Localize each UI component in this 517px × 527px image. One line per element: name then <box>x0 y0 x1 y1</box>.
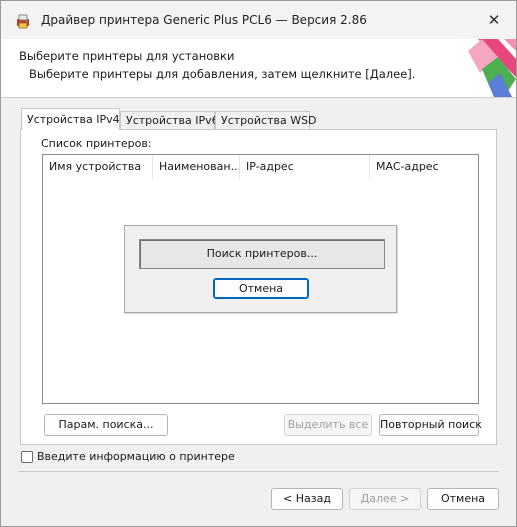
back-button[interactable]: < Назад <box>271 488 343 510</box>
decorative-ribbon-graphic <box>468 39 516 97</box>
column-header-product-name[interactable]: Наименован... <box>153 155 240 179</box>
tab-wsd-devices[interactable]: Устройства WSD <box>215 111 317 129</box>
research-button[interactable]: Повторный поиск <box>379 414 482 436</box>
search-cancel-button[interactable]: Отмена <box>213 278 309 299</box>
installer-window: Драйвер принтера Generic Plus PCL6 — Вер… <box>0 0 517 527</box>
printer-list-label: Список принтеров: <box>41 137 152 150</box>
manual-entry-label[interactable]: Введите информацию о принтере <box>37 450 235 463</box>
column-header-ip-address[interactable]: IP-адрес <box>240 155 370 179</box>
search-params-button[interactable]: Парам. поиска... <box>44 414 168 436</box>
next-button[interactable]: Далее > <box>349 488 421 510</box>
column-header-device-name[interactable]: Имя устройства <box>43 155 153 179</box>
cancel-button[interactable]: Отмена <box>427 488 499 510</box>
column-header-mac-address[interactable]: MAC-адрес <box>370 155 478 179</box>
window-title: Драйвер принтера Generic Plus PCL6 — Вер… <box>41 13 367 27</box>
wizard-header: Выберите принтеры для установки Выберите… <box>1 39 516 98</box>
tab-ipv6-devices[interactable]: Устройства IPv6 <box>120 111 219 129</box>
header-title: Выберите принтеры для установки <box>19 49 235 63</box>
search-status-text: Поиск принтеров... <box>139 239 385 269</box>
header-subtitle: Выберите принтеры для добавления, затем … <box>29 67 416 81</box>
tab-ipv4-devices[interactable]: Устройства IPv4 <box>21 108 120 130</box>
footer-divider <box>19 471 499 472</box>
manual-entry-checkbox[interactable] <box>21 451 33 463</box>
search-progress-dialog: Поиск принтеров... Отмена <box>124 225 397 313</box>
tab-panel: Список принтеров: Имя устройства Наимено… <box>20 129 497 445</box>
select-all-button[interactable]: Выделить все <box>284 414 372 436</box>
title-bar: Драйвер принтера Generic Plus PCL6 — Вер… <box>1 1 516 39</box>
printer-list[interactable]: Имя устройства Наименован... IP-адрес MA… <box>42 154 479 404</box>
close-icon[interactable]: ✕ <box>482 9 506 31</box>
printer-driver-icon <box>17 14 29 29</box>
